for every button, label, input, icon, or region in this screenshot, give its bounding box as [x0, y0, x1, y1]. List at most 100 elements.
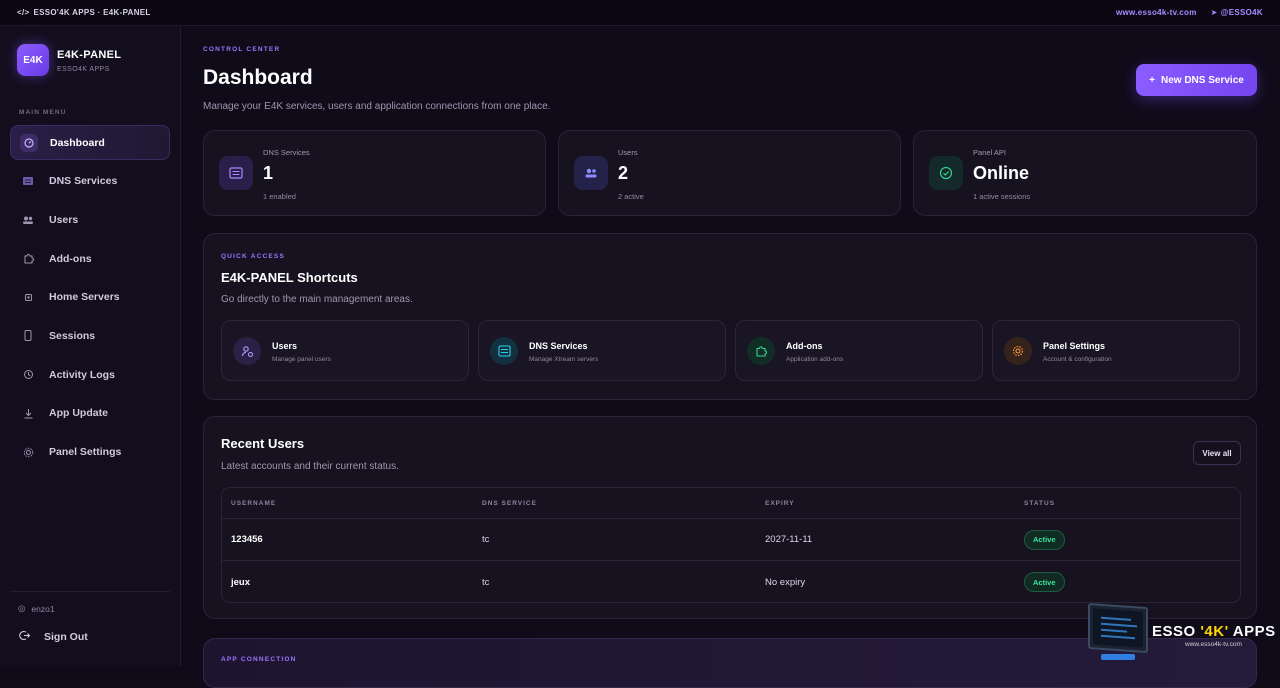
- stat-value: Online: [973, 163, 1030, 183]
- monitor-stand: [1101, 654, 1135, 660]
- app-subtitle: ESSO4K APPS: [57, 66, 110, 73]
- sign-out-label: Sign Out: [44, 631, 88, 643]
- esso4k-watermark-logo: ESSO '4K' APPS www.esso4k-tv.com: [1085, 601, 1280, 666]
- gear-icon: [1004, 337, 1032, 365]
- shortcut-title: Add-ons: [786, 341, 823, 351]
- cell-dns-service: tc: [482, 576, 490, 588]
- top-bar-brand-text: ESSO'4K APPS · E4K-PANEL: [33, 8, 151, 17]
- current-user: ◎ enzo1: [18, 603, 55, 614]
- shortcut-title: DNS Services: [529, 341, 588, 351]
- top-bar-brand: </> ESSO'4K APPS · E4K-PANEL: [17, 8, 151, 17]
- sidebar-item-add-ons[interactable]: Add-ons: [10, 241, 170, 276]
- watermark-text-b: '4K': [1200, 623, 1229, 640]
- status-badge: Active: [1024, 572, 1065, 592]
- cell-dns-service: tc: [482, 534, 490, 545]
- page-subtitle: Manage your E4K services, users and appl…: [203, 101, 551, 112]
- sidebar-item-activity-logs[interactable]: Activity Logs: [10, 357, 170, 392]
- users-icon: [19, 211, 37, 229]
- server-icon: [490, 337, 518, 365]
- column-header-status[interactable]: STATUS: [1016, 500, 1055, 507]
- quick-access-subtitle: Go directly to the main management areas…: [221, 294, 413, 305]
- watermark-url: www.esso4k-tv.com: [1185, 641, 1242, 648]
- stat-label: DNS Services: [263, 148, 310, 157]
- username-label: enzo1: [31, 603, 55, 614]
- code-icon: </>: [17, 8, 30, 17]
- plus-icon: +: [1149, 74, 1155, 86]
- table-row[interactable]: 123456 tc 2027-11-11 Active: [222, 519, 1240, 561]
- sidebar: E4K E4K-PANEL ESSO4K APPS MAIN MENU Dash…: [0, 26, 181, 666]
- sidebar-item-label: Users: [49, 213, 79, 226]
- stat-footnote: 2 active: [618, 192, 644, 201]
- cell-username: jeux: [231, 576, 251, 588]
- recent-users-title: Recent Users: [221, 436, 305, 451]
- sidebar-divider: [10, 591, 170, 592]
- sidebar-item-label: DNS Services: [49, 175, 118, 188]
- cell-expiry: No expiry: [765, 576, 806, 588]
- shortcut-users[interactable]: Users Manage panel users: [221, 320, 469, 381]
- new-dns-service-label: New DNS Service: [1161, 74, 1244, 86]
- page-title: Dashboard: [203, 66, 313, 89]
- sidebar-item-app-update[interactable]: App Update: [10, 396, 170, 431]
- cell-username: 123456: [231, 534, 263, 545]
- download-icon: [19, 404, 37, 422]
- shortcut-dns-services[interactable]: DNS Services Manage Xtream servers: [478, 320, 726, 381]
- sidebar-nav: Dashboard DNS Services Users Add-ons Hom…: [10, 125, 170, 473]
- shortcut-subtitle: Account & configuration: [1043, 356, 1112, 363]
- new-dns-service-button[interactable]: + New DNS Service: [1136, 64, 1257, 96]
- stat-card-users: Users 2 2 active: [558, 130, 901, 216]
- menu-title: MAIN MENU: [19, 109, 67, 116]
- shortcut-subtitle: Application add-ons: [786, 356, 844, 363]
- main-content: CONTROL CENTER Dashboard Manage your E4K…: [181, 26, 1280, 688]
- sign-out-button[interactable]: Sign Out: [19, 630, 88, 644]
- sidebar-item-users[interactable]: Users: [10, 202, 170, 237]
- sidebar-item-dns-services[interactable]: DNS Services: [10, 164, 170, 199]
- users-icon: [574, 156, 608, 190]
- table-row[interactable]: jeux tc No expiry Active: [222, 561, 1240, 602]
- user-icon: ◎: [18, 603, 26, 613]
- sign-out-icon: [19, 630, 31, 644]
- chip-icon: [19, 288, 37, 306]
- view-all-button[interactable]: View all: [1193, 441, 1241, 465]
- shortcut-panel-settings[interactable]: Panel Settings Account & configuration: [992, 320, 1240, 381]
- recent-users-subtitle: Latest accounts and their current status…: [221, 461, 399, 472]
- website-link[interactable]: www.esso4k-tv.com: [1116, 8, 1197, 17]
- sidebar-item-sessions[interactable]: Sessions: [10, 318, 170, 353]
- telegram-link-text: @ESSO4K: [1220, 8, 1263, 17]
- shortcut-subtitle: Manage Xtream servers: [529, 356, 599, 363]
- sidebar-item-label: Panel Settings: [49, 446, 122, 458]
- app-connection-eyebrow: APP CONNECTION: [221, 656, 297, 663]
- logo-badge[interactable]: E4K: [17, 44, 49, 76]
- stat-value: 1: [263, 163, 274, 183]
- shortcut-title: Panel Settings: [1043, 341, 1106, 351]
- check-circle-icon: [929, 156, 963, 190]
- sidebar-item-label: Activity Logs: [49, 368, 115, 381]
- history-icon: [19, 366, 37, 384]
- column-header-expiry[interactable]: EXPIRY: [757, 500, 1016, 507]
- shortcut-title: Users: [272, 341, 298, 351]
- telegram-link[interactable]: ➤ @ESSO4K: [1211, 8, 1263, 17]
- sidebar-item-dashboard[interactable]: Dashboard: [10, 125, 170, 160]
- cell-status: Active: [1016, 572, 1065, 592]
- server-icon: [219, 156, 253, 190]
- shortcut-add-ons[interactable]: Add-ons Application add-ons: [735, 320, 983, 381]
- stat-footnote: 1 enabled: [263, 192, 296, 201]
- table-header: USERNAME DNS SERVICE EXPIRY STATUS: [222, 488, 1240, 519]
- column-header-username[interactable]: USERNAME: [222, 500, 474, 507]
- watermark-text-a: ESSO: [1152, 623, 1201, 640]
- quick-access-title: E4K-PANEL Shortcuts: [221, 270, 358, 285]
- stat-card-dns-services: DNS Services 1 1 enabled: [203, 130, 546, 216]
- watermark-text: ESSO '4K' APPS: [1152, 623, 1276, 640]
- monitor-icon: [1088, 602, 1148, 654]
- quick-access-eyebrow: QUICK ACCESS: [221, 253, 285, 260]
- status-badge: Active: [1024, 529, 1065, 550]
- puzzle-icon: [19, 250, 37, 268]
- stat-label: Panel API: [973, 148, 1006, 157]
- sidebar-item-home-servers[interactable]: Home Servers: [10, 280, 170, 315]
- stat-card-panel-api: Panel API Online 1 active sessions: [913, 130, 1257, 216]
- user-gear-icon: [233, 337, 261, 365]
- sidebar-item-panel-settings[interactable]: Panel Settings: [10, 435, 170, 470]
- column-header-dns-service[interactable]: DNS SERVICE: [474, 500, 757, 507]
- recent-users-card: Recent Users Latest accounts and their c…: [203, 416, 1257, 619]
- stat-value: 2: [618, 163, 629, 183]
- stat-label: Users: [618, 148, 638, 157]
